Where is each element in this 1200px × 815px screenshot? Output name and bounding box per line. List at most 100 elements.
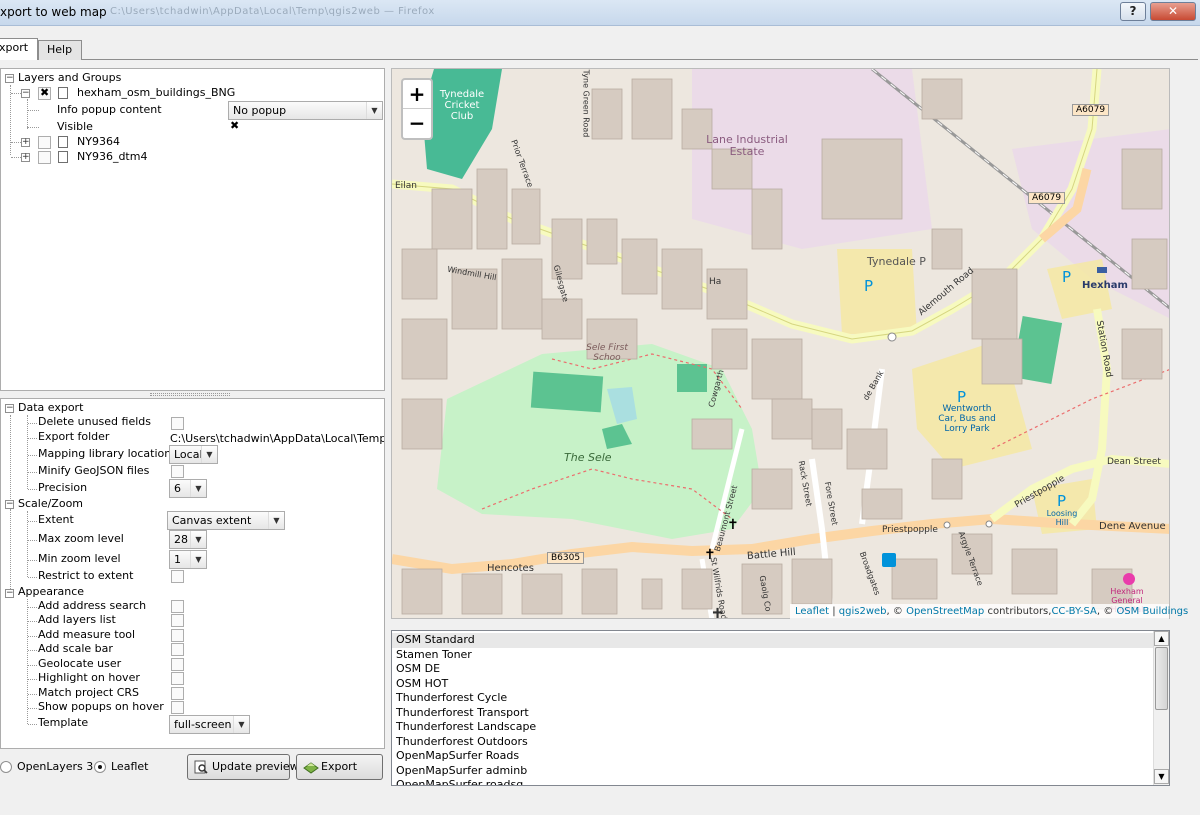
expand-icon[interactable]: + [21, 153, 30, 162]
minify-checkbox[interactable] [171, 465, 184, 478]
expand-icon[interactable]: + [21, 138, 30, 147]
window-title: xport to web map [0, 5, 107, 19]
minify-label: Minify GeoJSON files [38, 464, 150, 477]
match-crs-checkbox[interactable] [171, 687, 184, 700]
close-icon[interactable]: ✕ [1150, 2, 1196, 21]
map-label: Eilan [395, 181, 417, 191]
map-label: Dene Avenue [1099, 521, 1166, 532]
max-zoom-select[interactable]: 28 ▼ [169, 530, 207, 549]
mapping-library-select[interactable]: Local ▼ [169, 445, 218, 464]
highlight-hover-checkbox[interactable] [171, 672, 184, 685]
layer-checkbox[interactable] [38, 86, 51, 100]
scroll-down-icon[interactable]: ▼ [1154, 769, 1169, 784]
layers-list-checkbox[interactable] [171, 614, 184, 627]
scale-bar-checkbox[interactable] [171, 643, 184, 656]
layer-file-icon [58, 151, 68, 163]
layer-checkbox[interactable] [38, 136, 51, 149]
leaflet-radio[interactable] [94, 761, 106, 773]
popups-hover-checkbox[interactable] [171, 701, 184, 714]
list-item[interactable]: Thunderforest Cycle [392, 691, 1154, 706]
collapse-icon[interactable]: − [5, 500, 14, 509]
restrict-extent-label: Restrict to extent [38, 569, 134, 582]
visible-label: Visible [57, 120, 93, 133]
map-label: Hexham [1082, 280, 1128, 291]
scroll-thumb[interactable] [1155, 647, 1168, 710]
list-item[interactable]: Stamen Toner [392, 648, 1154, 663]
title-bar: xport to web map C:\Users\tchadwin\AppDa… [0, 0, 1200, 26]
extent-select[interactable]: Canvas extent ▼ [167, 511, 285, 530]
collapse-icon[interactable]: − [5, 404, 14, 413]
collapse-icon[interactable]: − [5, 74, 14, 83]
tab-help[interactable]: Help [38, 40, 82, 60]
list-item[interactable]: OSM Standard [392, 633, 1154, 648]
splitter-handle[interactable] [150, 393, 230, 396]
restrict-extent-checkbox[interactable] [171, 570, 184, 583]
chevron-down-icon: ▼ [190, 480, 206, 497]
osm-buildings-link[interactable]: OSM Buildings [1116, 606, 1188, 617]
map-label: Sele First Schoo [586, 343, 628, 363]
list-item[interactable]: OpenMapSurfer Roads [392, 749, 1154, 764]
chevron-down-icon: ▼ [190, 551, 206, 568]
appearance-header: Appearance [18, 585, 85, 598]
basemap-list[interactable]: OSM Standard Stamen Toner OSM DE OSM HOT… [391, 630, 1170, 786]
chevron-down-icon: ▼ [268, 512, 284, 529]
list-item[interactable]: OpenMapSurfer adminb [392, 764, 1154, 779]
list-item[interactable]: OpenMapSurfer roadsg [392, 778, 1154, 785]
info-popup-select[interactable]: No popup ▼ [228, 101, 383, 120]
map-label: Ha [709, 277, 722, 287]
map-label: Tyne Green Road [581, 69, 591, 138]
map-label: Priestpopple [882, 525, 938, 535]
template-select[interactable]: full-screen ▼ [169, 715, 250, 734]
map-preview[interactable]: P P P P ✝ ✝ ✝ Tynedale Cricket Club Lane… [391, 68, 1170, 619]
address-search-label: Add address search [38, 599, 147, 612]
tab-export[interactable]: xport [0, 38, 38, 60]
collapse-icon[interactable]: − [21, 89, 30, 98]
list-item[interactable]: OSM DE [392, 662, 1154, 677]
list-scrollbar[interactable]: ▲ ▼ [1153, 631, 1169, 785]
collapse-icon[interactable]: − [5, 589, 14, 598]
highlight-hover-label: Highlight on hover [38, 671, 140, 684]
min-zoom-select[interactable]: 1 ▼ [169, 550, 207, 569]
chevron-down-icon: ▼ [366, 102, 382, 119]
address-search-checkbox[interactable] [171, 600, 184, 613]
layer-name: NY936_dtm4 [77, 150, 148, 163]
layer-checkbox[interactable] [38, 151, 51, 164]
openlayers-radio[interactable] [0, 761, 12, 773]
map-label: Lane Industrial Estate [706, 133, 788, 158]
export-button[interactable]: Export [296, 754, 383, 780]
measure-tool-checkbox[interactable] [171, 629, 184, 642]
scroll-up-icon[interactable]: ▲ [1154, 631, 1169, 646]
svg-text:P: P [1057, 492, 1066, 510]
settings-tree: − Data export Delete unused fields Expor… [0, 398, 385, 749]
update-preview-button[interactable]: Update preview [187, 754, 299, 780]
layers-tree: − Layers and Groups − hexham_osm_buildin… [0, 68, 385, 391]
leaflet-label: Leaflet [111, 760, 149, 773]
min-zoom-label: Min zoom level [38, 552, 121, 565]
export-label: Export [321, 760, 358, 773]
preview-icon [194, 760, 208, 774]
zoom-in-button[interactable]: + [403, 80, 431, 109]
chevron-down-icon: ▼ [190, 531, 206, 548]
update-preview-label: Update preview [212, 760, 299, 773]
geolocate-checkbox[interactable] [171, 658, 184, 671]
precision-select[interactable]: 6 ▼ [169, 479, 207, 498]
match-crs-label: Match project CRS [38, 686, 140, 699]
license-link[interactable]: CC-BY-SA [1051, 606, 1096, 617]
help-icon[interactable]: ? [1120, 2, 1146, 21]
map-label: The Sele [564, 451, 612, 464]
info-popup-label: Info popup content [57, 103, 162, 116]
delete-unused-checkbox[interactable] [171, 417, 184, 430]
map-label: Tynedale Cricket Club [439, 89, 485, 122]
data-export-header: Data export [18, 401, 84, 414]
qgis2web-link[interactable]: qgis2web [839, 606, 887, 617]
list-item[interactable]: Thunderforest Transport [392, 706, 1154, 721]
export-folder-label: Export folder [38, 430, 110, 443]
osm-link[interactable]: OpenStreetMap [906, 606, 984, 617]
leaflet-link[interactable]: Leaflet [795, 606, 829, 617]
list-item[interactable]: OSM HOT [392, 677, 1154, 692]
visible-checkbox[interactable] [229, 119, 242, 134]
list-item[interactable]: Thunderforest Landscape [392, 720, 1154, 735]
delete-unused-label: Delete unused fields [38, 415, 151, 428]
zoom-out-button[interactable]: − [403, 109, 431, 138]
list-item[interactable]: Thunderforest Outdoors [392, 735, 1154, 750]
